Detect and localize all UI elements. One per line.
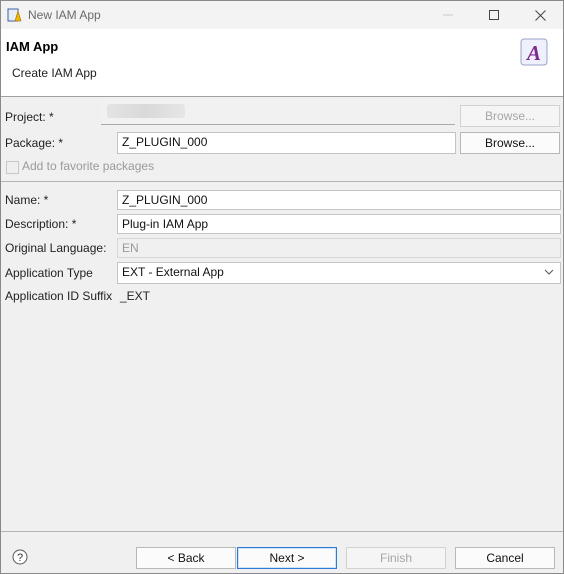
- app-id-suffix-label: Application ID Suffix: [5, 289, 113, 303]
- name-label: Name: *: [5, 193, 49, 207]
- maximize-button[interactable]: [471, 1, 517, 29]
- app-icon: [7, 8, 22, 22]
- package-browse-button[interactable]: Browse...: [460, 132, 560, 154]
- description-input[interactable]: Plug-in IAM App: [117, 214, 561, 234]
- title-bar: New IAM App: [1, 1, 563, 29]
- package-label: Package: *: [5, 136, 64, 150]
- minimize-button[interactable]: [425, 1, 471, 29]
- package-input[interactable]: Z_PLUGIN_000: [117, 132, 456, 154]
- abap-a-icon: A: [520, 38, 548, 66]
- svg-text:A: A: [525, 41, 541, 65]
- help-icon[interactable]: ?: [12, 549, 28, 565]
- next-button[interactable]: Next >: [237, 547, 337, 569]
- application-type-value: EXT - External App: [122, 265, 224, 279]
- project-label: Project: *: [5, 110, 54, 124]
- project-value-redacted: [107, 104, 185, 118]
- application-type-select[interactable]: EXT - External App: [117, 262, 561, 284]
- footer-divider: [1, 531, 563, 532]
- chevron-down-icon: [544, 269, 554, 275]
- page-title: IAM App: [6, 39, 59, 54]
- wizard-header: IAM App Create IAM App A: [1, 29, 563, 97]
- name-input[interactable]: Z_PLUGIN_000: [117, 190, 561, 210]
- cancel-button[interactable]: Cancel: [455, 547, 555, 569]
- description-label: Description: *: [5, 217, 77, 231]
- project-input[interactable]: [101, 100, 455, 125]
- app-id-suffix-value: _EXT: [120, 289, 151, 303]
- window-title: New IAM App: [28, 8, 101, 22]
- back-button[interactable]: < Back: [136, 547, 236, 569]
- project-browse-button[interactable]: Browse...: [460, 105, 560, 127]
- finish-button[interactable]: Finish: [346, 547, 446, 569]
- favorite-packages-checkbox[interactable]: [6, 161, 19, 174]
- dialog-window: New IAM App IAM App Create IAM App A Pro…: [0, 0, 564, 574]
- favorite-packages-label: Add to favorite packages: [22, 159, 155, 173]
- close-button[interactable]: [517, 1, 563, 29]
- original-language-input: EN: [117, 238, 561, 258]
- original-language-label: Original Language:: [5, 241, 107, 255]
- minimize-icon: [443, 14, 453, 16]
- section-divider: [1, 181, 563, 182]
- page-subtitle: Create IAM App: [12, 66, 97, 80]
- svg-text:?: ?: [17, 552, 23, 564]
- application-type-label: Application Type: [5, 266, 93, 280]
- close-icon: [534, 9, 546, 21]
- maximize-icon: [489, 10, 499, 20]
